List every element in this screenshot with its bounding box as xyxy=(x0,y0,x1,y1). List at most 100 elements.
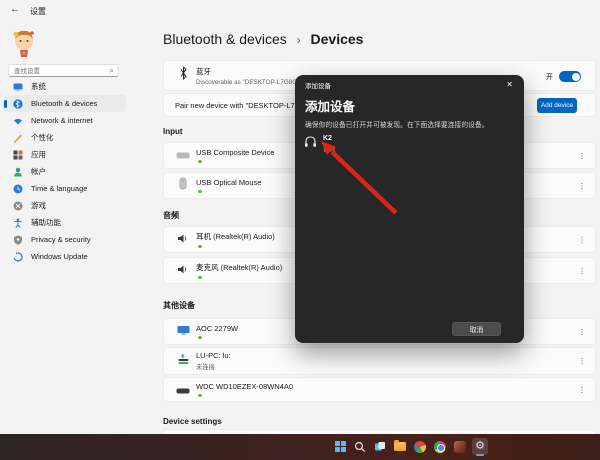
personalization-icon xyxy=(13,133,23,143)
device-title: WDC WD10EZEX-08WN4A0 xyxy=(196,382,293,391)
app-button[interactable] xyxy=(452,438,468,455)
system-icon xyxy=(13,82,23,92)
device-name: K2 xyxy=(323,135,336,142)
dialog-body-text: 确保你的设备已打开并可被发现。在下面选择要连接的设备。 xyxy=(305,119,510,129)
task-view-icon xyxy=(374,441,386,453)
sidebar-item-privacy-security[interactable]: Privacy & security xyxy=(4,231,126,248)
device-title: USB Composite Device xyxy=(196,148,274,157)
status-dot xyxy=(198,190,202,194)
device-row-lu-pc: LU-PC: lu: 未连接 ⋮ xyxy=(163,347,596,375)
monitor-icon xyxy=(175,323,191,341)
user-avatar[interactable] xyxy=(10,26,38,58)
window-titlebar: ← 设置 xyxy=(0,0,600,22)
running-indicator xyxy=(476,454,484,456)
more-options-icon[interactable]: ⋮ xyxy=(578,151,586,160)
section-header-audio: 音频 xyxy=(163,210,179,221)
browser-pinwheel-icon xyxy=(414,441,426,453)
speaker-icon xyxy=(175,262,191,280)
sidebar-nav: 系统 Bluetooth & devices Network & interne… xyxy=(0,78,132,265)
toggle-on-label: 开 xyxy=(546,72,553,82)
bluetooth-title: 蓝牙 xyxy=(196,66,309,77)
sidebar-item-windows-update[interactable]: Windows Update xyxy=(4,248,126,265)
device-title: 耳机 (Realtek(R) Audio) xyxy=(196,231,275,242)
taskbar-search-button[interactable] xyxy=(352,438,368,455)
section-header-other-devices: 其他设备 xyxy=(163,300,195,311)
bluetooth-subtitle: Discoverable as "DESKTOP-L7G8CQN" xyxy=(196,79,309,86)
sidebar-item-apps[interactable]: 应用 xyxy=(4,146,126,163)
chrome-icon xyxy=(434,441,446,453)
dialog-heading: 添加设备 xyxy=(305,96,355,115)
status-dot xyxy=(198,276,202,280)
chevron-right-icon: › xyxy=(297,33,301,47)
sidebar-item-accessibility[interactable]: 辅助功能 xyxy=(4,214,126,231)
time-language-icon xyxy=(13,184,23,194)
taskbar: ⚙ xyxy=(0,434,600,460)
sidebar-item-label: 系统 xyxy=(31,81,46,92)
device-status: 未连接 xyxy=(196,362,231,371)
sidebar: ⌕ 系统 Bluetooth & devices Network & inter… xyxy=(0,22,132,434)
chrome-button[interactable] xyxy=(432,438,448,455)
sidebar-item-network[interactable]: Network & internet xyxy=(4,112,126,129)
back-icon[interactable]: ← xyxy=(10,4,20,15)
app-icon xyxy=(454,441,466,453)
add-device-button[interactable]: Add device xyxy=(537,98,577,113)
network-icon xyxy=(13,116,23,126)
search-input[interactable] xyxy=(14,66,102,76)
sidebar-item-bluetooth-devices[interactable]: Bluetooth & devices xyxy=(4,95,126,112)
mouse-device-icon xyxy=(175,177,191,195)
section-header-device-settings: Device settings xyxy=(163,417,222,426)
search-icon xyxy=(354,441,366,453)
sidebar-item-label: 应用 xyxy=(31,149,46,160)
accessibility-icon xyxy=(13,218,23,228)
cancel-button[interactable]: 取消 xyxy=(452,322,501,336)
more-options-icon[interactable]: ⋮ xyxy=(578,266,586,275)
folder-icon xyxy=(394,442,406,451)
sidebar-item-gaming[interactable]: 游戏 xyxy=(4,197,126,214)
window-title: 设置 xyxy=(30,6,46,17)
breadcrumb-parent[interactable]: Bluetooth & devices xyxy=(163,31,287,47)
settings-window: ← 设置 ⌕ 系统 xyxy=(0,0,600,460)
more-options-icon[interactable]: ⋮ xyxy=(578,385,586,394)
sidebar-item-personalization[interactable]: 个性化 xyxy=(4,129,126,146)
more-options-icon[interactable]: ⋮ xyxy=(578,357,586,366)
sidebar-item-accounts[interactable]: 帐户 xyxy=(4,163,126,180)
sidebar-item-label: Windows Update xyxy=(31,252,88,261)
bluetooth-toggle[interactable] xyxy=(559,71,581,82)
device-title: 麦克风 (Realtek(R) Audio) xyxy=(196,262,282,273)
apps-icon xyxy=(13,150,23,160)
file-explorer-button[interactable] xyxy=(392,438,408,455)
gear-icon: ⚙ xyxy=(475,441,485,452)
discovered-device-k2[interactable]: K2 音频 xyxy=(302,133,422,155)
status-dot xyxy=(198,394,202,398)
sidebar-item-system[interactable]: 系统 xyxy=(4,78,126,95)
sidebar-item-time-language[interactable]: Time & language xyxy=(4,180,126,197)
device-title: AOC 2279W xyxy=(196,324,238,333)
keyboard-device-icon xyxy=(175,147,191,165)
pc-device-icon xyxy=(175,352,191,370)
start-button[interactable] xyxy=(332,438,348,455)
breadcrumb: Bluetooth & devices › Devices xyxy=(163,31,363,47)
bluetooth-glyph-icon xyxy=(175,66,191,85)
headphones-icon xyxy=(304,135,317,154)
device-title: USB Optical Mouse xyxy=(196,178,261,187)
gaming-icon xyxy=(13,201,23,211)
more-options-icon[interactable]: ⋮ xyxy=(578,327,586,336)
section-header-input: Input xyxy=(163,127,183,136)
device-title: LU-PC: lu: xyxy=(196,351,231,360)
sidebar-item-label: Network & internet xyxy=(31,116,93,125)
more-options-icon[interactable]: ⋮ xyxy=(578,235,586,244)
browser-button[interactable] xyxy=(412,438,428,455)
windows-logo-icon xyxy=(335,441,346,452)
status-dot xyxy=(198,160,202,164)
search-box[interactable]: ⌕ xyxy=(8,64,119,77)
close-icon[interactable]: ✕ xyxy=(504,78,515,91)
more-options-icon[interactable]: ⋮ xyxy=(578,181,586,190)
add-device-dialog: 添加设备 ✕ 添加设备 确保你的设备已打开并可被发现。在下面选择要连接的设备。 … xyxy=(295,75,524,343)
sidebar-item-label: Bluetooth & devices xyxy=(31,99,97,108)
sidebar-item-label: Privacy & security xyxy=(31,235,91,244)
bluetooth-icon xyxy=(13,99,23,109)
sidebar-item-label: 辅助功能 xyxy=(31,217,61,228)
settings-taskbar-button[interactable]: ⚙ xyxy=(472,438,488,455)
drive-icon xyxy=(175,381,191,399)
task-view-button[interactable] xyxy=(372,438,388,455)
